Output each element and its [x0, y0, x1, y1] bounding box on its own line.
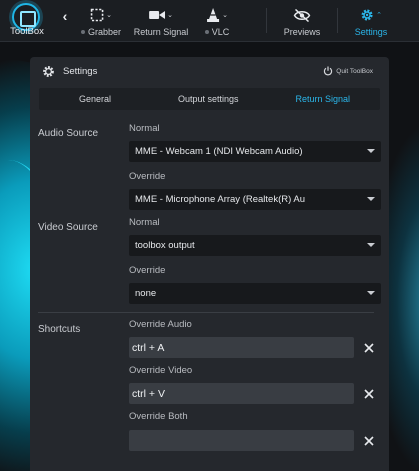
tab-general[interactable]: General [39, 88, 151, 110]
shortcuts-label: Shortcuts [38, 324, 81, 335]
audio-normal-select[interactable]: MME - Webcam 1 (NDI Webcam Audio) [129, 141, 381, 162]
audio-override-select[interactable]: MME - Microphone Array (Realtek(R) Au [129, 189, 381, 210]
override-both-label: Override Both [129, 411, 188, 422]
video-override-label: Override [129, 265, 166, 276]
video-source-label: Video Source [38, 222, 98, 233]
settings-title-label: Settings [63, 66, 98, 77]
toolbar-item-label: VLC [211, 27, 230, 37]
clear-override-video-icon[interactable] [363, 388, 375, 400]
tab-output-settings[interactable]: Output settings [151, 88, 266, 110]
toolbar-item-label: Settings [354, 27, 388, 37]
collapse-chevron-left-icon[interactable]: ‹ [54, 0, 76, 41]
section-divider [38, 312, 374, 313]
video-normal-select[interactable]: toolbox output [129, 235, 381, 256]
quit-toolbox-label: Quit ToolBox [336, 67, 373, 75]
settings-panel: Settings Quit ToolBox General Output set… [30, 57, 389, 471]
video-override-select[interactable]: none [129, 283, 381, 304]
grabber-icon: ⌄ [90, 8, 112, 22]
toolbar-item-return-signal[interactable]: ⌄ Return Signal [126, 0, 196, 41]
settings-tabs: General Output settings Return Signal [39, 88, 380, 110]
audio-normal-label: Normal [129, 123, 160, 134]
clear-override-audio-icon[interactable] [363, 342, 375, 354]
settings-title: Settings [42, 65, 97, 78]
toolbox-logo-label: ToolBox [10, 26, 44, 37]
camera-icon: ⌄ [149, 8, 173, 22]
chevron-down-icon [367, 197, 375, 201]
eye-slash-icon [293, 8, 311, 22]
quit-toolbox-button[interactable]: Quit ToolBox [323, 66, 373, 76]
audio-source-label: Audio Source [38, 128, 99, 139]
override-both-shortcut-input[interactable] [129, 430, 354, 451]
tab-return-signal[interactable]: Return Signal [266, 88, 381, 110]
clear-override-both-icon[interactable] [363, 435, 375, 447]
toolbar-item-label: Previews [283, 27, 321, 37]
override-audio-label: Override Audio [129, 319, 192, 330]
audio-override-label: Override [129, 171, 166, 182]
chevron-down-icon [367, 243, 375, 247]
toolbar-item-grabber[interactable]: ⌄ Grabber [76, 0, 126, 41]
toolbar-item-label: Grabber [87, 27, 122, 37]
chevron-down-icon [367, 149, 375, 153]
toolbar-item-settings[interactable]: ⌃ Settings [338, 0, 404, 41]
chevron-down-icon [367, 291, 375, 295]
video-override-value: none [135, 288, 157, 299]
vlc-cone-icon: ⌄ [206, 7, 228, 22]
audio-override-value: MME - Microphone Array (Realtek(R) Au [135, 194, 305, 205]
gear-icon: ⌃ [360, 8, 382, 22]
override-video-label: Override Video [129, 365, 193, 376]
video-normal-value: toolbox output [135, 240, 195, 251]
toolbox-logo-button[interactable]: ToolBox [0, 0, 54, 41]
override-audio-shortcut-input[interactable]: ctrl + A [129, 337, 354, 358]
video-normal-label: Normal [129, 217, 160, 228]
top-toolbar: ToolBox ‹ ⌄ Grabber ⌄ Return Signal ⌄ VL… [0, 0, 419, 42]
override-video-shortcut-input[interactable]: ctrl + V [129, 383, 354, 404]
toolbar-item-label: Return Signal [133, 27, 189, 37]
audio-normal-value: MME - Webcam 1 (NDI Webcam Audio) [135, 146, 303, 157]
power-icon [324, 66, 333, 76]
toolbar-item-previews[interactable]: Previews [267, 0, 337, 41]
settings-gear-icon [43, 66, 54, 77]
settings-header: Settings Quit ToolBox [30, 57, 389, 88]
toolbar-item-vlc[interactable]: ⌄ VLC [196, 0, 238, 41]
